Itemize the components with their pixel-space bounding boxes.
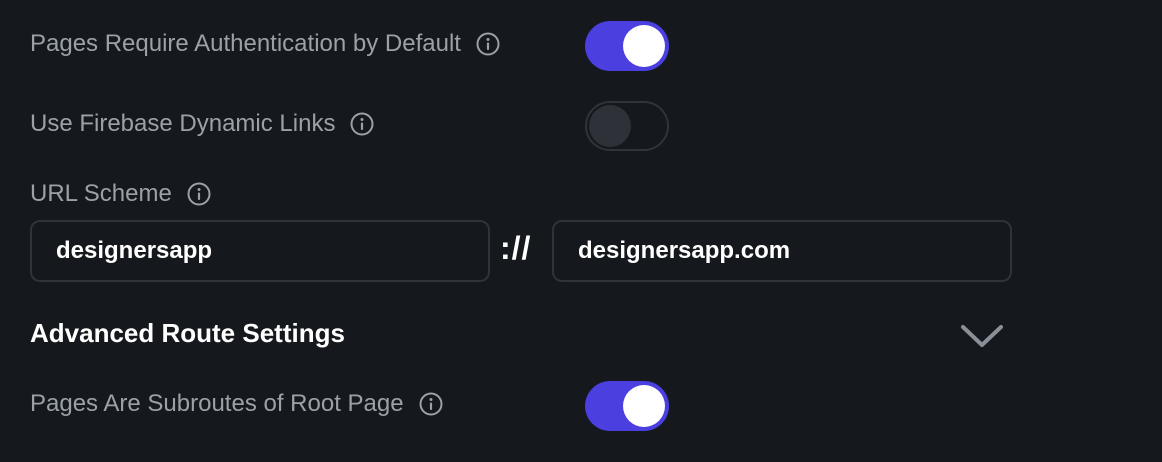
- firebase-links-toggle[interactable]: [585, 101, 669, 151]
- url-scheme-row: URL Scheme: [30, 180, 212, 208]
- info-icon[interactable]: [475, 31, 501, 57]
- firebase-links-row: Use Firebase Dynamic Links: [30, 110, 375, 138]
- auth-default-label: Pages Require Authentication by Default: [30, 30, 461, 57]
- toggle-knob: [589, 105, 631, 147]
- url-separator: ://: [500, 230, 532, 266]
- subroutes-label: Pages Are Subroutes of Root Page: [30, 390, 404, 417]
- toggle-knob: [623, 385, 665, 427]
- info-icon[interactable]: [186, 181, 212, 207]
- chevron-down-icon[interactable]: [958, 320, 1006, 352]
- auth-default-toggle[interactable]: [585, 21, 669, 71]
- url-scheme-label: URL Scheme: [30, 180, 172, 207]
- info-icon[interactable]: [418, 391, 444, 417]
- firebase-links-label: Use Firebase Dynamic Links: [30, 110, 336, 137]
- info-icon[interactable]: [349, 111, 375, 137]
- subroutes-toggle[interactable]: [585, 381, 669, 431]
- settings-panel: Pages Require Authentication by Default …: [0, 0, 1162, 462]
- advanced-route-settings-title[interactable]: Advanced Route Settings: [30, 318, 345, 349]
- toggle-knob: [623, 25, 665, 67]
- url-host-input[interactable]: [552, 220, 1012, 282]
- subroutes-row: Pages Are Subroutes of Root Page: [30, 390, 444, 418]
- auth-default-row: Pages Require Authentication by Default: [30, 30, 501, 58]
- url-scheme-input[interactable]: [30, 220, 490, 282]
